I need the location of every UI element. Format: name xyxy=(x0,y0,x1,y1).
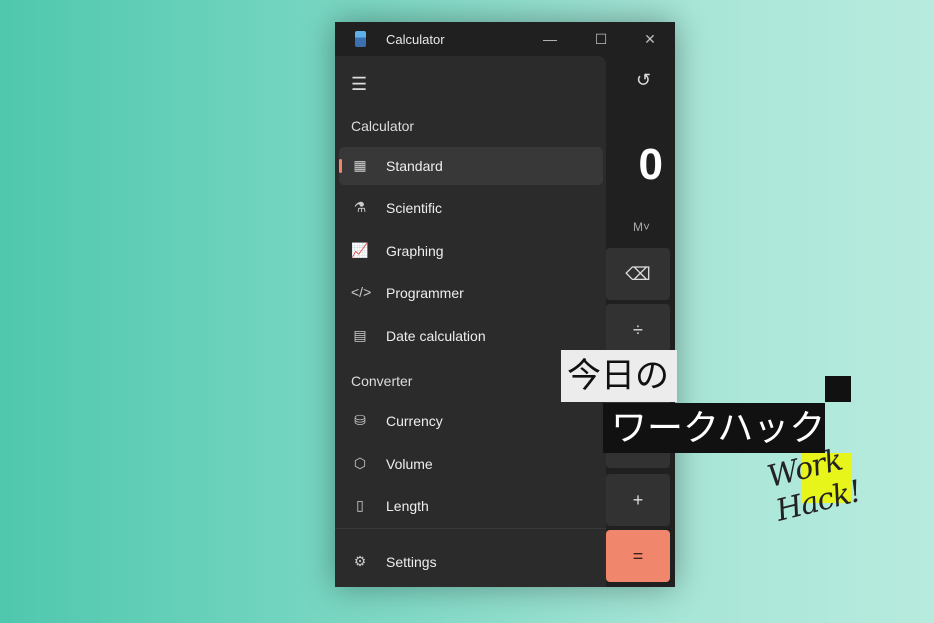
navigation-pane: ☰ Calculator ▦ Standard ⚗ Scientific 📈 Grap… xyxy=(335,56,606,587)
calculator-body: ↺ 0 M˅ ⌫ ÷ + = xyxy=(606,56,675,587)
decorative-black-square xyxy=(825,376,851,402)
cube-icon: ⬡ xyxy=(353,455,367,471)
divider xyxy=(335,528,606,529)
overlay-title-line2: ワークハック xyxy=(603,403,825,453)
currency-icon: ⛁ xyxy=(354,412,366,428)
overlay-title-line1: 今日の xyxy=(561,350,677,402)
nav-item-label: Currency xyxy=(386,413,443,429)
divide-key[interactable]: ÷ xyxy=(606,304,670,356)
nav-item-label: Graphing xyxy=(386,243,444,259)
calculator-section-header: Calculator xyxy=(351,118,415,134)
history-icon[interactable]: ↺ xyxy=(636,70,651,91)
nav-item-label: Length xyxy=(386,498,429,514)
nav-item-label: Settings xyxy=(386,554,437,570)
window-title: Calculator xyxy=(386,32,445,47)
calendar-icon: ▤ xyxy=(353,327,367,343)
maximize-button[interactable]: ☐ xyxy=(586,26,616,52)
minimize-button[interactable]: — xyxy=(535,26,565,52)
hamburger-menu-icon[interactable]: ☰ xyxy=(351,74,367,95)
gear-icon: ⚙ xyxy=(353,553,367,569)
graph-icon: 📈 xyxy=(351,242,369,258)
nav-item-length[interactable]: ▯ Length xyxy=(339,487,603,525)
nav-item-standard[interactable]: ▦ Standard xyxy=(339,147,603,185)
memory-button[interactable]: M˅ xyxy=(633,220,650,234)
nav-item-graphing[interactable]: 📈 Graphing xyxy=(339,232,603,270)
active-indicator xyxy=(339,159,342,173)
nav-item-programmer[interactable]: </> Programmer xyxy=(339,274,603,312)
calculator-icon: ▦ xyxy=(353,157,367,173)
plus-key[interactable]: + xyxy=(606,474,670,526)
nav-item-label: Scientific xyxy=(386,200,443,216)
calculator-window: Calculator — ☐ ✕ ☰ Calculator ▦ Standard … xyxy=(335,22,675,587)
nav-item-label: Date calculation xyxy=(386,328,486,344)
flask-icon: ⚗ xyxy=(353,199,367,215)
backspace-key[interactable]: ⌫ xyxy=(606,248,670,300)
ruler-icon: ▯ xyxy=(356,497,364,513)
nav-item-currency[interactable]: ⛁ Currency xyxy=(339,402,603,440)
equals-key[interactable]: = xyxy=(606,530,670,582)
code-icon: </> xyxy=(351,284,372,300)
calculator-app-icon xyxy=(355,31,366,47)
converter-section-header: Converter xyxy=(351,373,413,389)
nav-item-label: Standard xyxy=(386,158,443,174)
title-bar: Calculator — ☐ ✕ xyxy=(335,22,675,56)
close-button[interactable]: ✕ xyxy=(635,26,665,52)
nav-item-scientific[interactable]: ⚗ Scientific xyxy=(339,189,603,227)
nav-item-label: Programmer xyxy=(386,285,464,301)
display-value: 0 xyxy=(638,140,663,189)
nav-item-volume[interactable]: ⬡ Volume xyxy=(339,445,603,483)
nav-item-settings[interactable]: ⚙ Settings xyxy=(339,543,603,581)
nav-item-label: Volume xyxy=(386,456,433,472)
